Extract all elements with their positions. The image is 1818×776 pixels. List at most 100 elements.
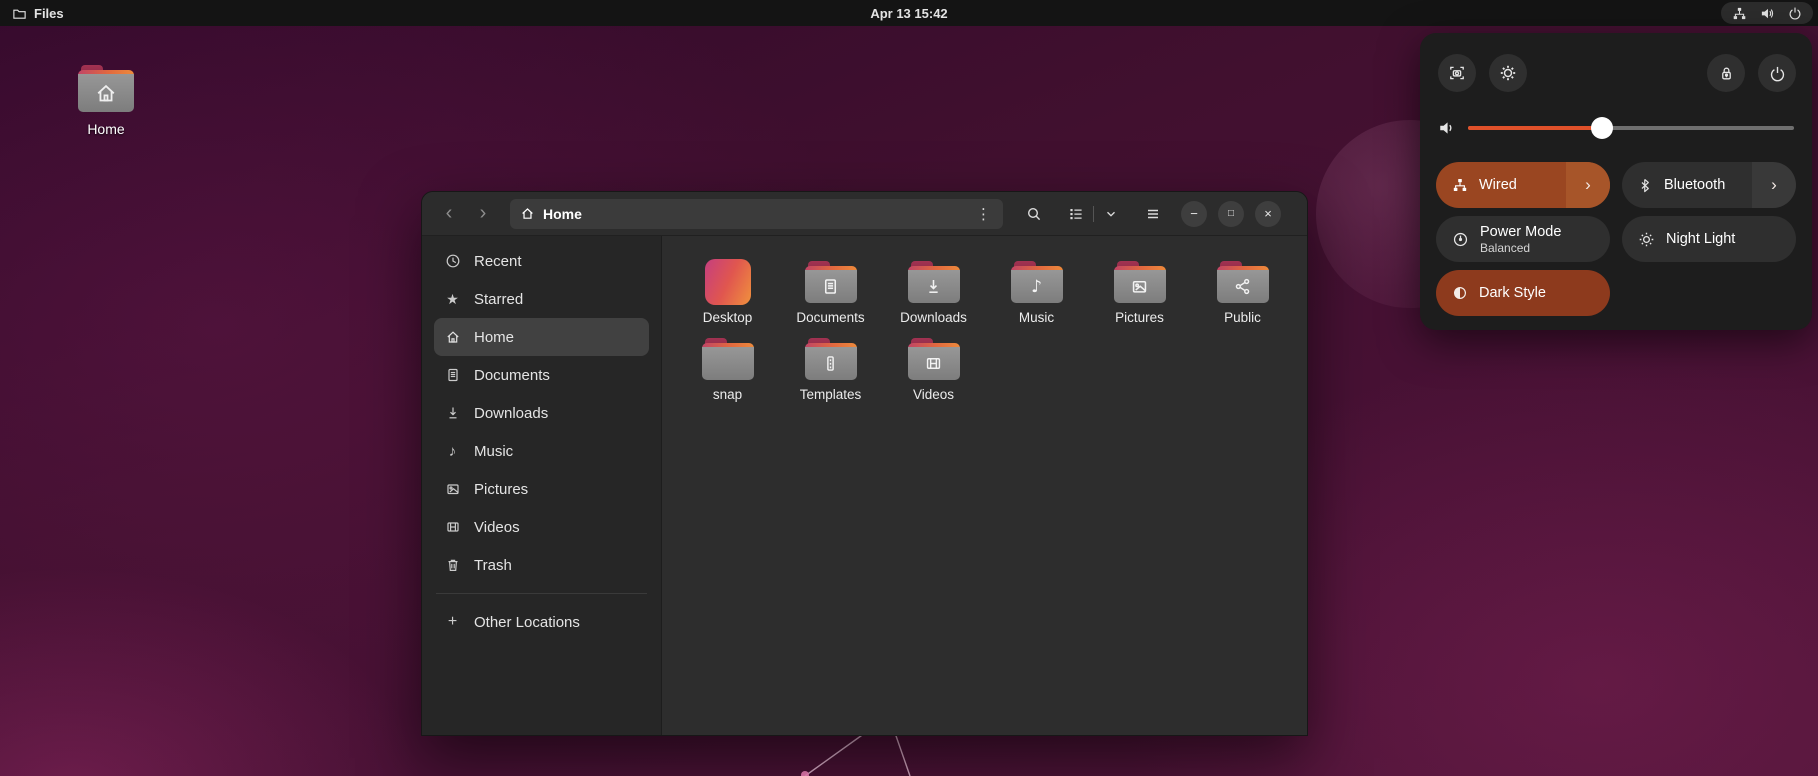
desktop-home-icon[interactable]: Home <box>66 64 146 137</box>
sidebar-item-label: Music <box>474 442 514 460</box>
maximize-button[interactable]: □ <box>1218 200 1244 227</box>
document-icon <box>447 368 458 382</box>
folder-item-music[interactable]: ♪ Music <box>985 260 1088 325</box>
volume-knob[interactable] <box>1590 117 1613 139</box>
minimize-button[interactable]: − <box>1181 200 1207 227</box>
power-mode-tile[interactable]: Power Mode Balanced <box>1436 216 1610 262</box>
home-icon <box>446 331 459 343</box>
folder-item-pictures[interactable]: Pictures <box>1088 260 1191 325</box>
document-emblem-icon <box>824 279 837 294</box>
settings-button[interactable] <box>1489 54 1527 92</box>
trash-icon <box>448 559 457 571</box>
bluetooth-tile[interactable]: Bluetooth › <box>1622 162 1796 208</box>
sidebar-item-music[interactable]: ♪ Music <box>434 432 649 470</box>
folder-item-templates[interactable]: Templates <box>779 337 882 402</box>
night-light-tile[interactable]: Night Light <box>1622 216 1796 262</box>
view-options-button[interactable] <box>1094 199 1128 229</box>
folder-item-desktop[interactable]: Desktop <box>676 259 779 325</box>
power-icon <box>1789 7 1801 20</box>
dark-style-label: Dark Style <box>1479 285 1546 301</box>
download-emblem-icon <box>929 279 938 293</box>
folder-icon <box>701 337 754 381</box>
wired-tile[interactable]: Wired › <box>1436 162 1610 208</box>
night-light-icon <box>1639 232 1654 246</box>
power-icon <box>1770 66 1784 81</box>
sidebar-item-label: Trash <box>474 556 512 574</box>
music-icon: ♪ <box>448 442 457 460</box>
night-light-label: Night Light <box>1666 231 1736 247</box>
path-bar[interactable]: Home ⋮ <box>510 198 1003 229</box>
home-emblem-icon <box>97 84 115 102</box>
file-view[interactable]: Desktop Documents Downloads ♪ Music Pict… <box>662 236 1307 735</box>
sidebar-item-other-locations[interactable]: + Other Locations <box>434 603 649 641</box>
path-menu-button[interactable]: ⋮ <box>974 205 993 223</box>
folder-icon: ♪ <box>1010 260 1063 304</box>
sidebar-item-trash[interactable]: Trash <box>434 546 649 584</box>
sidebar-item-recent[interactable]: Recent <box>434 242 649 280</box>
folder-icon <box>1113 260 1166 304</box>
dark-style-icon <box>1453 286 1467 300</box>
screenshot-button[interactable] <box>1438 54 1476 92</box>
power-mode-sublabel: Balanced <box>1480 240 1531 255</box>
sidebar-item-home[interactable]: Home <box>434 318 649 356</box>
folder-icon <box>1216 260 1269 304</box>
back-button[interactable]: ‹ <box>432 199 466 229</box>
list-view-button[interactable] <box>1059 199 1093 229</box>
gear-icon <box>1500 65 1516 81</box>
sidebar-item-label: Downloads <box>474 404 549 422</box>
sidebar-item-downloads[interactable]: Downloads <box>434 394 649 432</box>
search-button[interactable] <box>1017 199 1051 229</box>
forward-button[interactable]: › <box>466 199 500 229</box>
quick-settings-panel: Wired › Bluetooth › Power Mode Balanced <box>1420 33 1812 330</box>
sidebar-item-videos[interactable]: Videos <box>434 508 649 546</box>
wired-arrow-button[interactable]: › <box>1566 162 1610 208</box>
sidebar: Recent ★ Starred Home Documents Download… <box>422 236 662 735</box>
screenshot-icon <box>1450 66 1464 80</box>
sidebar-item-label: Videos <box>474 518 520 536</box>
volume-slider[interactable] <box>1468 117 1794 139</box>
music-emblem-icon: ♪ <box>1031 276 1042 297</box>
dark-style-tile[interactable]: Dark Style <box>1436 270 1610 316</box>
sidebar-item-label: Documents <box>474 366 550 384</box>
picture-emblem-icon <box>1132 280 1147 293</box>
main-menu-button[interactable] <box>1136 199 1170 229</box>
sidebar-item-label: Other Locations <box>474 613 580 631</box>
desktop-icon-label: Home <box>87 121 125 137</box>
sidebar-item-pictures[interactable]: Pictures <box>434 470 649 508</box>
sidebar-item-label: Recent <box>474 252 522 270</box>
files-window: ‹ › Home ⋮ − □ × Recent ★ Starred Home D… <box>421 191 1308 736</box>
folder-icon <box>804 260 857 304</box>
lock-button[interactable] <box>1707 54 1745 92</box>
picture-icon <box>446 484 459 495</box>
folder-icon <box>78 64 134 114</box>
system-tray[interactable] <box>1721 2 1813 24</box>
template-emblem-icon <box>827 356 834 371</box>
bluetooth-icon <box>1641 178 1649 192</box>
clock[interactable]: Apr 13 15:42 <box>0 0 1818 26</box>
current-path-label: Home <box>543 205 582 222</box>
folder-item-documents[interactable]: Documents <box>779 260 882 325</box>
network-icon <box>1733 7 1746 19</box>
bluetooth-arrow-button[interactable]: › <box>1752 162 1796 208</box>
sidebar-separator <box>436 593 647 594</box>
sidebar-item-starred[interactable]: ★ Starred <box>434 280 649 318</box>
plus-icon: + <box>447 613 458 630</box>
sidebar-item-label: Pictures <box>474 480 529 498</box>
hamburger-icon <box>1148 209 1158 218</box>
folder-item-snap[interactable]: snap <box>676 337 779 402</box>
lock-icon <box>1721 67 1731 79</box>
close-button[interactable]: × <box>1255 200 1281 227</box>
sidebar-item-documents[interactable]: Documents <box>434 356 649 394</box>
folder-icon <box>907 260 960 304</box>
desktop-icon <box>702 259 754 305</box>
power-mode-label: Power Mode <box>1480 223 1562 240</box>
network-icon <box>1453 179 1467 191</box>
power-button[interactable] <box>1758 54 1796 92</box>
share-emblem-icon <box>1235 278 1250 295</box>
folder-item-public[interactable]: Public <box>1191 260 1294 325</box>
folder-item-videos[interactable]: Videos <box>882 337 985 402</box>
folder-item-downloads[interactable]: Downloads <box>882 260 985 325</box>
top-bar: Files Apr 13 15:42 <box>0 0 1818 26</box>
volume-fill <box>1468 126 1602 130</box>
folder-icon <box>907 337 960 381</box>
